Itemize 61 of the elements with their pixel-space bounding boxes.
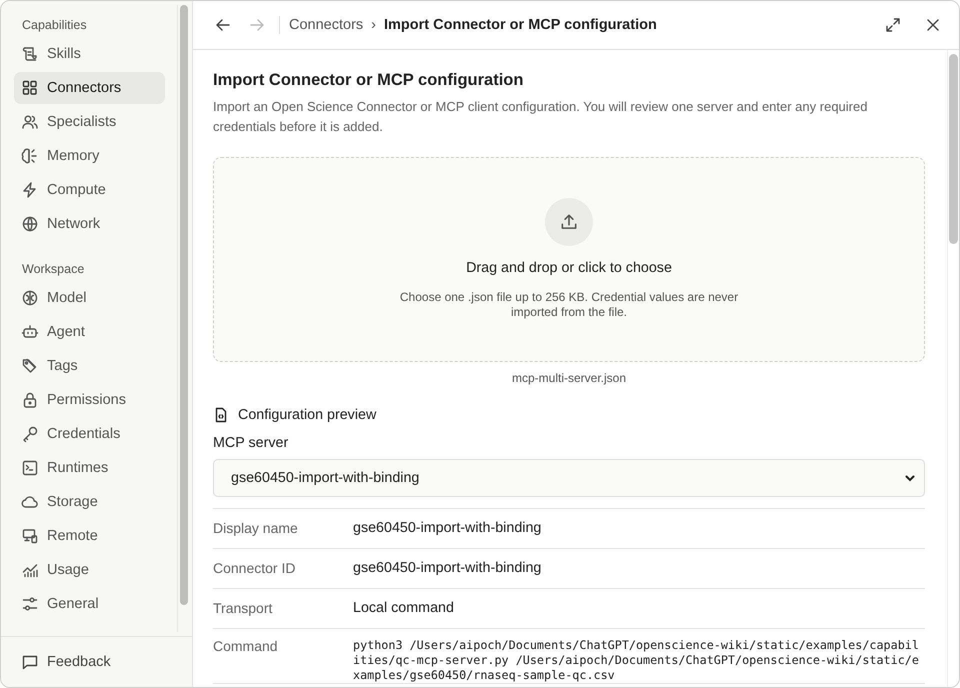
file-dropzone[interactable]: Drag and drop or click to choose Choose one .json file up to 256 KB. Credential values are never imported from the file. [213,157,925,362]
code-file-icon [213,407,229,423]
sidebar-item[interactable]: Connectors [14,72,165,104]
section-heading: Capabilities [21,17,88,34]
sidebar-item[interactable]: Compute [14,174,165,206]
sidebar-item[interactable]: Tags [14,350,165,382]
field-label: Connector ID [213,560,296,576]
brain-icon [21,289,39,307]
page-title: Import Connector or MCP configuration [213,71,524,90]
globe-icon [21,215,39,233]
sliders-icon [21,595,39,613]
field-value: gse60450-import-with-binding [353,520,542,536]
sidebar-item[interactable]: Credentials [14,418,165,450]
sidebar-item[interactable]: Specialists [14,106,165,138]
section-heading: Configuration preview [238,407,376,423]
key-icon [21,425,39,443]
lock-icon [21,391,39,409]
field-value: python3 /Users/aipoch/Documents/ChatGPT/openscience-wiki/static/examples/capabilities/qc-mcp-server.py /Users/aipoch/Documents/ChatGPT/openscience-wiki/static/examples/gse60450/rnaseq-sample-qc.csv [353,638,920,683]
sidebar-item[interactable]: Skills [14,38,165,70]
sidebar-item[interactable]: Runtimes [14,452,165,484]
brain-icon [21,147,39,165]
field-label: Transport [213,600,274,616]
sidebar-item[interactable]: Agent [14,316,165,348]
close-icon [925,17,941,33]
upload-icon [559,212,579,232]
right-arrow-icon [249,17,265,33]
breadcrumb-current: Import Connector or MCP configuration [384,17,657,33]
scrollbar-thumb[interactable] [949,54,958,244]
sidebar-item[interactable]: Memory [14,140,165,172]
field-label: Command [213,638,279,654]
field-label: Display name [213,520,299,536]
tag-icon [21,357,39,375]
sidebar-item[interactable]: Remote [14,520,165,552]
devices-icon [21,527,39,545]
dropzone-hint: Choose one .json file up to 256 KB. Credential values are never imported from the file. [398,290,740,320]
feedback-button[interactable]: Feedback [1,636,192,687]
expand-icon [885,17,901,33]
sidebar-item[interactable]: Storage [14,486,165,518]
upload-button[interactable] [545,198,593,246]
sidebar-item[interactable]: Model [14,282,165,314]
terminal-icon [21,459,39,477]
breadcrumb-separator: › [371,17,376,33]
page-description: Import an Open Science Connector or MCP client configuration. You will review one server and enter any required credentials before it is added. [213,98,868,136]
section-heading: Workspace [21,261,86,278]
file-name: mcp-multi-server.json [510,371,628,385]
scrollbar-thumb[interactable] [180,5,188,605]
dropzone-title: Drag and drop or click to choose [466,260,672,276]
sidebar-item[interactable]: Usage [14,554,165,586]
field-label: MCP server [213,435,290,451]
sidebar-item[interactable]: General [14,588,165,620]
field-value: gse60450-import-with-binding [353,560,542,576]
scroll-icon [21,45,39,63]
users-icon [21,113,39,131]
breadcrumb-link[interactable]: Connectors [289,17,364,33]
sidebar-item[interactable]: Network [14,208,165,240]
sidebar-item[interactable]: Permissions [14,384,165,416]
left-arrow-icon [215,17,231,33]
speech-bubble-icon [21,653,39,671]
field-value: Local command [353,600,454,616]
server-select[interactable]: gse60450-import-with-binding [213,459,925,497]
grid-icon [21,79,39,97]
